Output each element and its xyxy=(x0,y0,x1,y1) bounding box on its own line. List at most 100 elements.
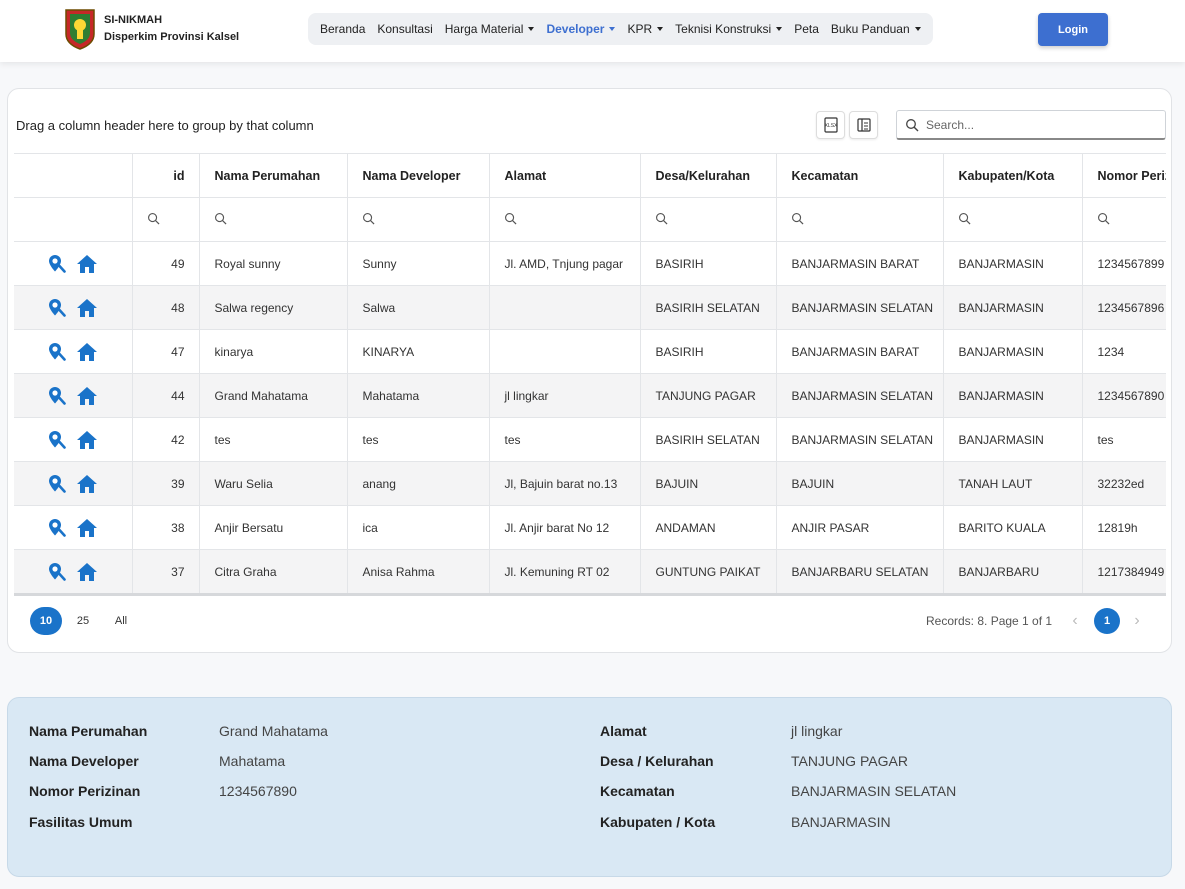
nav-beranda[interactable]: Beranda xyxy=(314,22,371,36)
cell-desa: ANDAMAN xyxy=(639,505,776,550)
column-header-nomor-perizinan[interactable]: Nomor Perizinan xyxy=(1081,153,1166,198)
nav-harga-material[interactable]: Harga Material xyxy=(439,22,541,36)
cell-nomor: 1217384949 xyxy=(1081,549,1166,593)
filter-kabupaten[interactable] xyxy=(942,197,1082,242)
column-chooser-button[interactable] xyxy=(849,111,878,139)
cell-kecamatan: BANJARMASIN BARAT xyxy=(775,329,943,374)
location-search-icon[interactable] xyxy=(47,562,67,582)
cell-nama-perumahan: kinarya xyxy=(198,329,347,374)
location-search-icon[interactable] xyxy=(47,518,67,538)
column-header-alamat[interactable]: Alamat xyxy=(488,153,640,198)
search-icon xyxy=(655,212,667,224)
cell-nama-developer: Mahatama xyxy=(346,373,489,418)
table-row[interactable]: 42 tes tes tes BASIRIH SELATAN BANJARMASIN SE… xyxy=(14,417,1166,462)
column-header-nama-perumahan[interactable]: Nama Perumahan xyxy=(198,153,347,198)
nav-label: Developer xyxy=(546,22,605,36)
group-panel-hint[interactable]: Drag a column header here to group by th… xyxy=(16,118,314,133)
column-header-kecamatan[interactable]: Kecamatan xyxy=(775,153,943,198)
table-row[interactable]: 47 kinarya KINARYA BASIRIH BANJARMASIN BARAT… xyxy=(14,329,1166,374)
table-row[interactable]: 38 Anjir Bersatu ica Jl. Anjir barat No 12 A… xyxy=(14,505,1166,550)
detail-label-nomor-perizinan: Nomor Perizinan xyxy=(29,783,141,799)
filter-alamat[interactable] xyxy=(488,197,640,242)
location-search-icon[interactable] xyxy=(47,474,67,494)
cell-kabupaten: BANJARMASIN xyxy=(942,285,1082,330)
svg-text:XLSX: XLSX xyxy=(824,123,837,129)
nav-kpr[interactable]: KPR xyxy=(621,22,669,36)
location-search-icon[interactable] xyxy=(47,298,67,318)
home-icon[interactable] xyxy=(76,430,98,450)
cell-kecamatan: BANJARMASIN SELATAN xyxy=(775,417,943,462)
app-name: SI-NIKMAH xyxy=(104,14,163,26)
nav-label: Beranda xyxy=(320,22,366,36)
chevron-left-icon: ‹ xyxy=(1072,612,1078,629)
table-row[interactable]: 49 Royal sunny Sunny Jl. AMD, Tnjung pagar B… xyxy=(14,241,1166,286)
detail-label-fasilitas-umum: Fasilitas Umum xyxy=(29,814,133,830)
grid-search-input[interactable] xyxy=(926,117,1146,132)
cell-id: 48 xyxy=(131,285,199,330)
table-row[interactable]: 48 Salwa regency Salwa BASIRIH SELATAN BANJA… xyxy=(14,285,1166,330)
page-size-all[interactable]: All xyxy=(107,607,135,635)
home-icon[interactable] xyxy=(76,562,98,582)
column-header-id[interactable]: id xyxy=(131,153,199,198)
nav-teknisi-konstruksi[interactable]: Teknisi Konstruksi xyxy=(669,22,788,36)
table-row[interactable]: 37 Citra Graha Anisa Rahma Jl. Kemuning RT … xyxy=(14,549,1166,593)
cell-kecamatan: BANJARBARU SELATAN xyxy=(775,549,943,593)
filter-id[interactable] xyxy=(131,197,199,242)
column-header-desa[interactable]: Desa/Kelurahan xyxy=(639,153,776,198)
page-1-button[interactable]: 1 xyxy=(1094,608,1120,634)
nav-label: Peta xyxy=(794,22,819,36)
filter-nama-developer[interactable] xyxy=(346,197,489,242)
grid-toolbar: Drag a column header here to group by th… xyxy=(16,109,1166,141)
location-search-icon[interactable] xyxy=(47,430,67,450)
filter-desa[interactable] xyxy=(639,197,776,242)
cell-id: 49 xyxy=(131,241,199,286)
horizontal-scrollbar[interactable] xyxy=(14,593,1166,596)
cell-alamat: Jl. Kemuning RT 02 xyxy=(488,549,640,593)
nav-buku-panduan[interactable]: Buku Panduan xyxy=(825,22,927,36)
location-search-icon[interactable] xyxy=(47,386,67,406)
column-header-nama-developer[interactable]: Nama Developer xyxy=(346,153,489,198)
home-icon[interactable] xyxy=(76,342,98,362)
home-icon[interactable] xyxy=(76,254,98,274)
filter-nomor-perizinan[interactable] xyxy=(1081,197,1166,242)
location-search-icon[interactable] xyxy=(47,254,67,274)
detail-value-nama-perumahan: Grand Mahatama xyxy=(219,723,328,739)
main-nav: Beranda Konsultasi Harga Material Develo… xyxy=(308,13,933,45)
cell-nama-developer: Salwa xyxy=(346,285,489,330)
home-icon[interactable] xyxy=(76,518,98,538)
home-icon[interactable] xyxy=(76,386,98,406)
row-actions-cell xyxy=(14,373,132,418)
export-xlsx-button[interactable]: XLSX xyxy=(816,111,845,139)
brand[interactable]: SI-NIKMAH Disperkim Provinsi Kalsel xyxy=(64,8,239,50)
filter-kecamatan[interactable] xyxy=(775,197,943,242)
nav-konsultasi[interactable]: Konsultasi xyxy=(371,22,438,36)
nav-developer[interactable]: Developer xyxy=(540,22,621,36)
filter-nama-perumahan[interactable] xyxy=(198,197,347,242)
table-row[interactable]: 39 Waru Selia anang Jl, Bajuin barat no.13 B… xyxy=(14,461,1166,506)
login-button[interactable]: Login xyxy=(1038,13,1108,46)
page-size-10[interactable]: 10 xyxy=(30,607,62,635)
table-row[interactable]: 44 Grand Mahatama Mahatama jl lingkar TANJUN… xyxy=(14,373,1166,418)
cell-kecamatan: BANJARMASIN SELATAN xyxy=(775,285,943,330)
search-icon xyxy=(906,118,919,131)
prev-page-button[interactable]: ‹ xyxy=(1062,607,1088,635)
location-search-icon[interactable] xyxy=(47,342,67,362)
cell-kecamatan: BANJARMASIN BARAT xyxy=(775,241,943,286)
column-header-kabupaten[interactable]: Kabupaten/Kota xyxy=(942,153,1082,198)
cell-desa: BASIRIH xyxy=(639,329,776,374)
cell-id: 47 xyxy=(131,329,199,374)
nav-peta[interactable]: Peta xyxy=(788,22,825,36)
cell-kabupaten: BANJARMASIN xyxy=(942,329,1082,374)
home-icon[interactable] xyxy=(76,298,98,318)
cell-desa: BASIRIH SELATAN xyxy=(639,417,776,462)
nav-label: Teknisi Konstruksi xyxy=(675,22,772,36)
cell-nama-perumahan: tes xyxy=(198,417,347,462)
home-icon[interactable] xyxy=(76,474,98,494)
search-icon xyxy=(504,212,516,224)
next-page-button[interactable]: › xyxy=(1124,607,1150,635)
page-size-25[interactable]: 25 xyxy=(69,607,97,635)
cell-nama-developer: ica xyxy=(346,505,489,550)
data-grid: id Nama Perumahan Nama Developer Alamat … xyxy=(14,153,1166,593)
row-actions-cell xyxy=(14,505,132,550)
search-icon xyxy=(958,212,970,224)
